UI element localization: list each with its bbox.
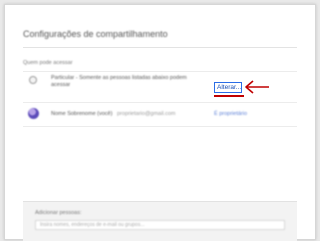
annotation-underline (214, 95, 244, 97)
annotation-arrow-icon (245, 80, 269, 94)
row-divider (23, 71, 297, 72)
owner-name: Nome Sobrenome (você) (51, 111, 113, 117)
change-visibility-button[interactable]: Alterar... (214, 82, 242, 93)
visibility-description: Particular - Somente as pessoas listadas… (51, 75, 187, 88)
add-people-section: Adicionar pessoas: Insira nomes, endereç… (23, 201, 297, 241)
owner-role: É proprietário (214, 111, 248, 117)
row-divider (23, 126, 297, 127)
avatar (28, 108, 39, 119)
row-divider (23, 102, 297, 103)
add-people-input[interactable]: Insira nomes, endereços de e-mail ou gru… (35, 220, 285, 230)
add-people-label: Adicionar pessoas: (35, 210, 82, 216)
who-has-access-label: Quem pode acessar (23, 60, 73, 66)
globe-icon (29, 76, 37, 84)
title-divider (23, 47, 297, 48)
dialog-title: Configurações de compartilhamento (23, 29, 168, 39)
owner-email: proprietario@gmail.com (117, 111, 176, 117)
sharing-settings-dialog: Configurações de compartilhamento Quem p… (4, 4, 316, 241)
